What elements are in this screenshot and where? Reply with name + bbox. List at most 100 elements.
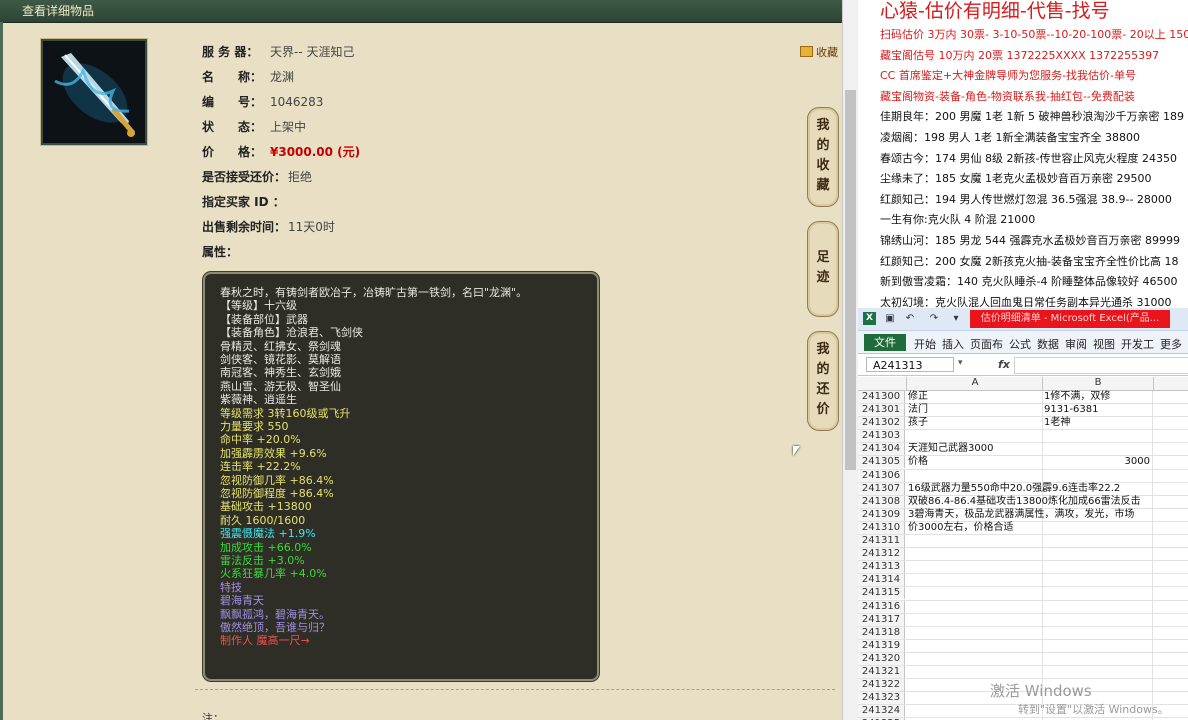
customize-dropdown-icon[interactable]: ▾ xyxy=(950,312,962,325)
row-number[interactable]: 241312 xyxy=(858,548,905,561)
tab-my-favorites[interactable]: 我的收藏 xyxy=(807,107,839,207)
doc-line: 春颂古今：174 男仙 8级 2新孩-传世容止风克火程度 24350 xyxy=(880,151,1177,165)
field-server: 服 务 器： 天界-- 天涯知己 xyxy=(202,45,355,59)
row-number[interactable]: 241301 xyxy=(858,404,905,417)
cell-a[interactable]: 孩子 xyxy=(908,417,1040,429)
description-line: 紫薇神、逍遥生 xyxy=(220,393,297,407)
sheet-row: 241306 xyxy=(858,469,1188,483)
excel-icon: X xyxy=(863,312,876,325)
price-list-document: 心猿-估价有明细-代售-找号 扫码估价 3万内 30票- 3-10-50票--1… xyxy=(858,0,1188,308)
cell-a[interactable]: 3碧海青天，极品龙武器满属性，满攻，发光，市场 xyxy=(908,509,1134,521)
ribbon-tab[interactable]: 页面布 xyxy=(970,336,1003,352)
field-name: 名 称： 龙渊 xyxy=(202,70,295,84)
cell-a[interactable]: 天涯知己武器3000 xyxy=(908,443,1040,455)
row-number[interactable]: 241313 xyxy=(858,561,905,574)
column-header-a[interactable]: A xyxy=(906,377,1043,390)
cell-b[interactable]: 3000 xyxy=(1044,456,1150,468)
row-number[interactable]: 241321 xyxy=(858,665,905,678)
cell-a[interactable]: 价3000左右，价格合适 xyxy=(908,522,1040,534)
cell-b[interactable]: 1老神 xyxy=(1044,417,1150,429)
row-number[interactable]: 241307 xyxy=(858,482,905,495)
row-number[interactable]: 241317 xyxy=(858,613,905,626)
cell-b[interactable]: 9131-6381 xyxy=(1044,404,1150,416)
row-number[interactable]: 241320 xyxy=(858,652,905,665)
cell-a[interactable]: 法门 xyxy=(908,404,1040,416)
sheet-row: 241311 xyxy=(858,535,1188,549)
windows-activation-hint: 转到"设置"以激活 Windows。 xyxy=(1018,703,1169,716)
row-number[interactable]: 241302 xyxy=(858,417,905,430)
cell-a[interactable]: 16级武器力量550命中20.0强霹9.6连击率22.2 xyxy=(908,483,1120,495)
description-line: 燕山雪、游无极、智圣仙 xyxy=(220,379,341,393)
description-line: 春秋之时，有铸剑者欧冶子，冶铸旷古第一铁剑，名曰"龙渊"。 xyxy=(220,286,528,299)
doc-line: 红颜知己：194 男人传世燃灯忽混 36.5强混 38.9-- 28000 xyxy=(880,192,1172,206)
fx-icon[interactable]: fx xyxy=(998,358,1010,371)
sheet-row: 241321 xyxy=(858,665,1188,680)
row-number[interactable]: 241324 xyxy=(858,705,905,718)
description-line: 加强霹雳效果 +9.6% xyxy=(220,446,327,460)
row-number[interactable]: 241323 xyxy=(858,692,905,705)
row-number[interactable]: 241322 xyxy=(858,679,905,692)
doc-line: 太初幻境：克火队混人回血鬼日常任务副本异光通杀 31000 xyxy=(880,295,1172,308)
sheet-row: 241313 xyxy=(858,561,1188,575)
row-number[interactable]: 241305 xyxy=(858,456,905,469)
undo-icon[interactable]: ↶ xyxy=(904,312,916,325)
description-line: 忽视防御几率 +86.4% xyxy=(220,473,334,487)
description-line: 傲然绝顶，吾谁与归？ xyxy=(220,621,330,634)
row-number[interactable]: 241314 xyxy=(858,574,905,587)
row-number[interactable]: 241315 xyxy=(858,587,905,600)
ribbon-tab[interactable]: 视图 xyxy=(1093,336,1115,352)
ribbon-tab[interactable]: 插入 xyxy=(942,336,964,352)
cell-a[interactable]: 双破86.4-86.4基础攻击13800炼化加成66雷法反击 xyxy=(908,496,1141,508)
doc-line: CC 首席鉴定+大神金牌导师为您服务-找我估价-单号 xyxy=(880,69,1137,83)
save-icon[interactable]: ▣ xyxy=(884,312,896,325)
sheet-row: 241319 xyxy=(858,639,1188,653)
description-line: 力量要求 550 xyxy=(220,420,289,433)
page-scrollbar[interactable] xyxy=(842,0,859,720)
row-number[interactable]: 241309 xyxy=(858,508,905,521)
row-number[interactable]: 241318 xyxy=(858,626,905,639)
favorite-link[interactable]: 收藏 xyxy=(800,44,838,60)
formula-input[interactable] xyxy=(1014,357,1188,374)
description-line: 【装备角色】沧浪君、飞剑侠 xyxy=(220,326,363,340)
row-number[interactable]: 241300 xyxy=(858,391,905,403)
description-line: 火系狂暴几率 +4.0% xyxy=(220,567,327,581)
tab-file[interactable]: 文件 xyxy=(864,334,906,351)
redo-icon[interactable]: ↷ xyxy=(928,312,940,325)
row-number[interactable]: 241304 xyxy=(858,443,905,456)
description-line: 制作人 魔高一尺→ xyxy=(220,634,310,648)
ribbon-tab[interactable]: 开始 xyxy=(914,336,936,352)
ribbon-tab[interactable]: 更多 xyxy=(1160,336,1182,352)
name-box[interactable]: A241313 xyxy=(866,357,954,372)
sheet-row: 241300 修正 1修不满，双修 xyxy=(858,391,1188,405)
doc-line: 佳期良年：200 男魔 1老 1新 5 破神兽秒浪淘沙千万亲密 189 xyxy=(880,110,1184,124)
doc-line: 新到傲雪凌霜：140 克火队睡杀-4 阶睡整体品像较好 46500 xyxy=(880,275,1178,289)
note-label: 注： xyxy=(202,712,224,720)
ribbon-tab[interactable]: 审阅 xyxy=(1065,336,1087,352)
ribbon-tab[interactable]: 开发工 xyxy=(1121,336,1154,352)
row-number[interactable]: 241308 xyxy=(858,495,905,508)
field-id: 编 号： 1046283 xyxy=(202,95,324,109)
description-line: 忽视防御程度 +86.4% xyxy=(220,487,334,500)
sheet-row: 241318 xyxy=(858,626,1188,640)
doc-line: 扫码估价 3万内 30票- 3-10-50票--10-20-100票- 20以上… xyxy=(880,28,1188,41)
row-number[interactable]: 241306 xyxy=(858,469,905,482)
ribbon-tab[interactable]: 数据 xyxy=(1037,336,1059,352)
column-header-b[interactable]: B xyxy=(1042,377,1154,390)
name-box-dropdown-icon[interactable]: ▾ xyxy=(958,358,963,368)
cell-a[interactable]: 修正 xyxy=(908,391,1040,403)
ribbon-tab[interactable]: 公式 xyxy=(1009,336,1031,352)
tab-my-counter-offers[interactable]: 我的还价 xyxy=(807,331,839,431)
row-number[interactable]: 241319 xyxy=(858,639,905,652)
excel-window-title: 估价明细清单 - Microsoft Excel(产品... xyxy=(970,310,1170,328)
cell-a[interactable]: 价格 xyxy=(908,456,1040,468)
row-number[interactable]: 241310 xyxy=(858,521,905,534)
tab-footprints[interactable]: 足迹 xyxy=(807,221,839,317)
row-number[interactable]: 241311 xyxy=(858,535,905,548)
row-number[interactable]: 241316 xyxy=(858,600,905,613)
sheet-row: 241309 3碧海青天，极品龙武器满属性，满攻，发光，市场 xyxy=(858,508,1188,522)
row-number[interactable]: 241303 xyxy=(858,430,905,443)
scrollbar-thumb[interactable] xyxy=(845,90,856,470)
sheet-row: 241316 xyxy=(858,600,1188,614)
cell-b[interactable]: 1修不满，双修 xyxy=(1044,391,1150,403)
excel-window: X ▣ ↶ ↷ ▾ 估价明细清单 - Microsoft Excel(产品...… xyxy=(858,308,1188,720)
